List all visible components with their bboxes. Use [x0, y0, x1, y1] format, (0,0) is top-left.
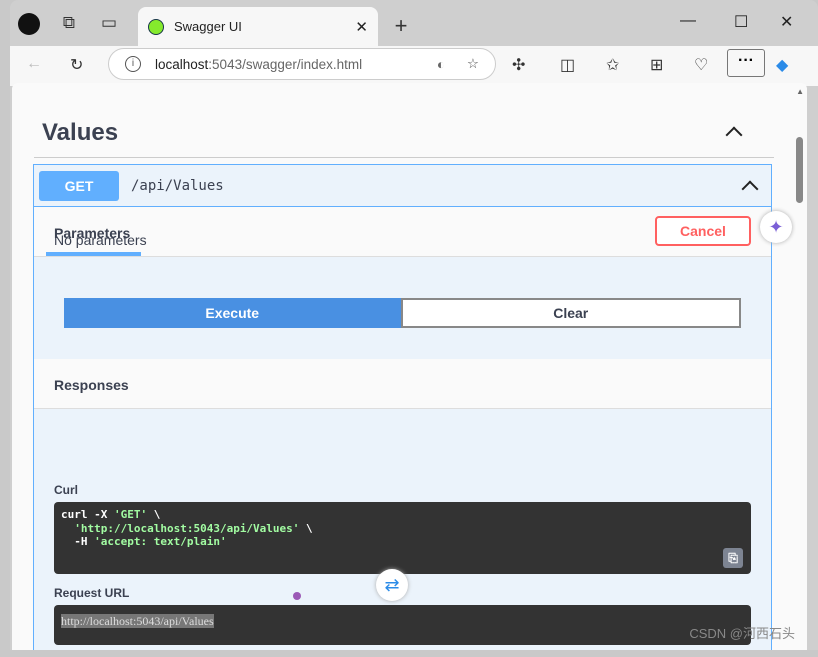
watermark: CSDN @河西石头 [689, 626, 795, 641]
swagger-favicon-icon [148, 18, 164, 35]
responses-title: Responses [54, 377, 129, 393]
scrollbar-thumb[interactable] [796, 137, 803, 203]
scroll-up-icon[interactable]: ▲ [796, 87, 804, 96]
clear-button[interactable]: Clear [400, 298, 741, 328]
sparkle-icon[interactable]: ✦ [760, 211, 792, 243]
operation-header[interactable]: GET /api/Values [34, 165, 771, 207]
curl-string: 'http://localhost:5043/api/Values' [74, 521, 300, 535]
minimize-icon[interactable]: — [680, 12, 696, 30]
sync-icon[interactable]: ⇄ [376, 569, 408, 601]
execute-button[interactable]: Execute [64, 298, 401, 328]
curl-code-block[interactable]: curl -X 'GET' \ 'http://localhost:5043/a… [54, 502, 751, 574]
tab-title: Swagger UI [174, 19, 242, 34]
cancel-button[interactable]: Cancel [655, 216, 751, 246]
curl-string: 'GET' [113, 508, 148, 521]
maximize-icon[interactable]: ☐ [734, 12, 748, 32]
browser-window: ⧉ ▭ Swagger UI ✕ + — ☐ ✕ ← ↻ i localhost… [10, 0, 818, 650]
extensions-icon[interactable]: ✣ [512, 55, 525, 75]
curl-text: \ [299, 521, 313, 535]
new-tab-icon[interactable]: + [390, 13, 412, 38]
address-bar[interactable]: i localhost:5043/swagger/index.html ◐ ☆ [108, 48, 496, 80]
close-tab-icon[interactable]: ✕ [355, 18, 368, 36]
refresh-icon[interactable]: ↻ [70, 55, 83, 75]
scrollbar[interactable]: ▲ [793, 83, 807, 650]
curl-string: 'accept: text/plain' [94, 535, 227, 548]
curl-text: -H [61, 535, 95, 548]
section-title[interactable]: Values [42, 119, 118, 147]
tab-actions-icon[interactable]: ▭ [98, 13, 120, 35]
collections-icon[interactable]: ⊞ [650, 55, 663, 75]
responses-header: Responses [34, 359, 771, 409]
browser-toolbar: ← ↻ i localhost:5043/swagger/index.html … [10, 46, 818, 86]
favorites-icon[interactable]: ✩ [606, 55, 619, 75]
favorite-star-icon[interactable]: ☆ [467, 56, 479, 72]
request-url-block[interactable]: http://localhost:5043/api/Values [54, 605, 751, 645]
copilot-icon[interactable]: ◆ [776, 55, 788, 75]
browser-essentials-icon[interactable]: ♡ [694, 55, 708, 75]
copy-to-clipboard-icon[interactable]: ⎘ [723, 548, 743, 568]
tab-bar: ⧉ ▭ Swagger UI ✕ + — ☐ ✕ [10, 0, 818, 46]
swagger-page: Values GET /api/Values Parameters Cancel… [12, 83, 807, 650]
curl-text: \ [147, 508, 161, 521]
curl-label: Curl [54, 483, 78, 497]
operation-path: /api/Values [131, 177, 224, 194]
collapse-operation-icon[interactable] [741, 180, 759, 198]
divider [34, 157, 774, 158]
curl-text [61, 522, 74, 535]
request-url-label: Request URL [54, 586, 130, 600]
split-screen-icon[interactable]: ◫ [560, 55, 575, 75]
request-url-value: http://localhost:5043/api/Values [61, 614, 214, 628]
tab-underline [46, 252, 141, 256]
curl-text: curl -X [61, 508, 114, 521]
workspaces-icon[interactable]: ⧉ [58, 13, 80, 35]
more-menu-button[interactable]: ··· [727, 49, 765, 77]
collapse-section-icon[interactable] [725, 126, 743, 144]
read-aloud-icon[interactable]: ◐ [437, 57, 445, 72]
no-parameters-text: No parameters [54, 232, 147, 248]
close-window-icon[interactable]: ✕ [780, 12, 793, 32]
site-info-icon[interactable]: i [125, 56, 141, 72]
execute-controls: Execute Clear [64, 298, 741, 328]
url-path: :5043/swagger/index.html [208, 56, 363, 72]
back-icon[interactable]: ← [26, 55, 42, 73]
tab-swagger-ui[interactable]: Swagger UI ✕ [138, 7, 378, 46]
url-host: localhost [155, 56, 209, 72]
profile-avatar[interactable] [18, 13, 40, 35]
method-badge: GET [39, 170, 119, 201]
cursor-dot [293, 592, 301, 600]
